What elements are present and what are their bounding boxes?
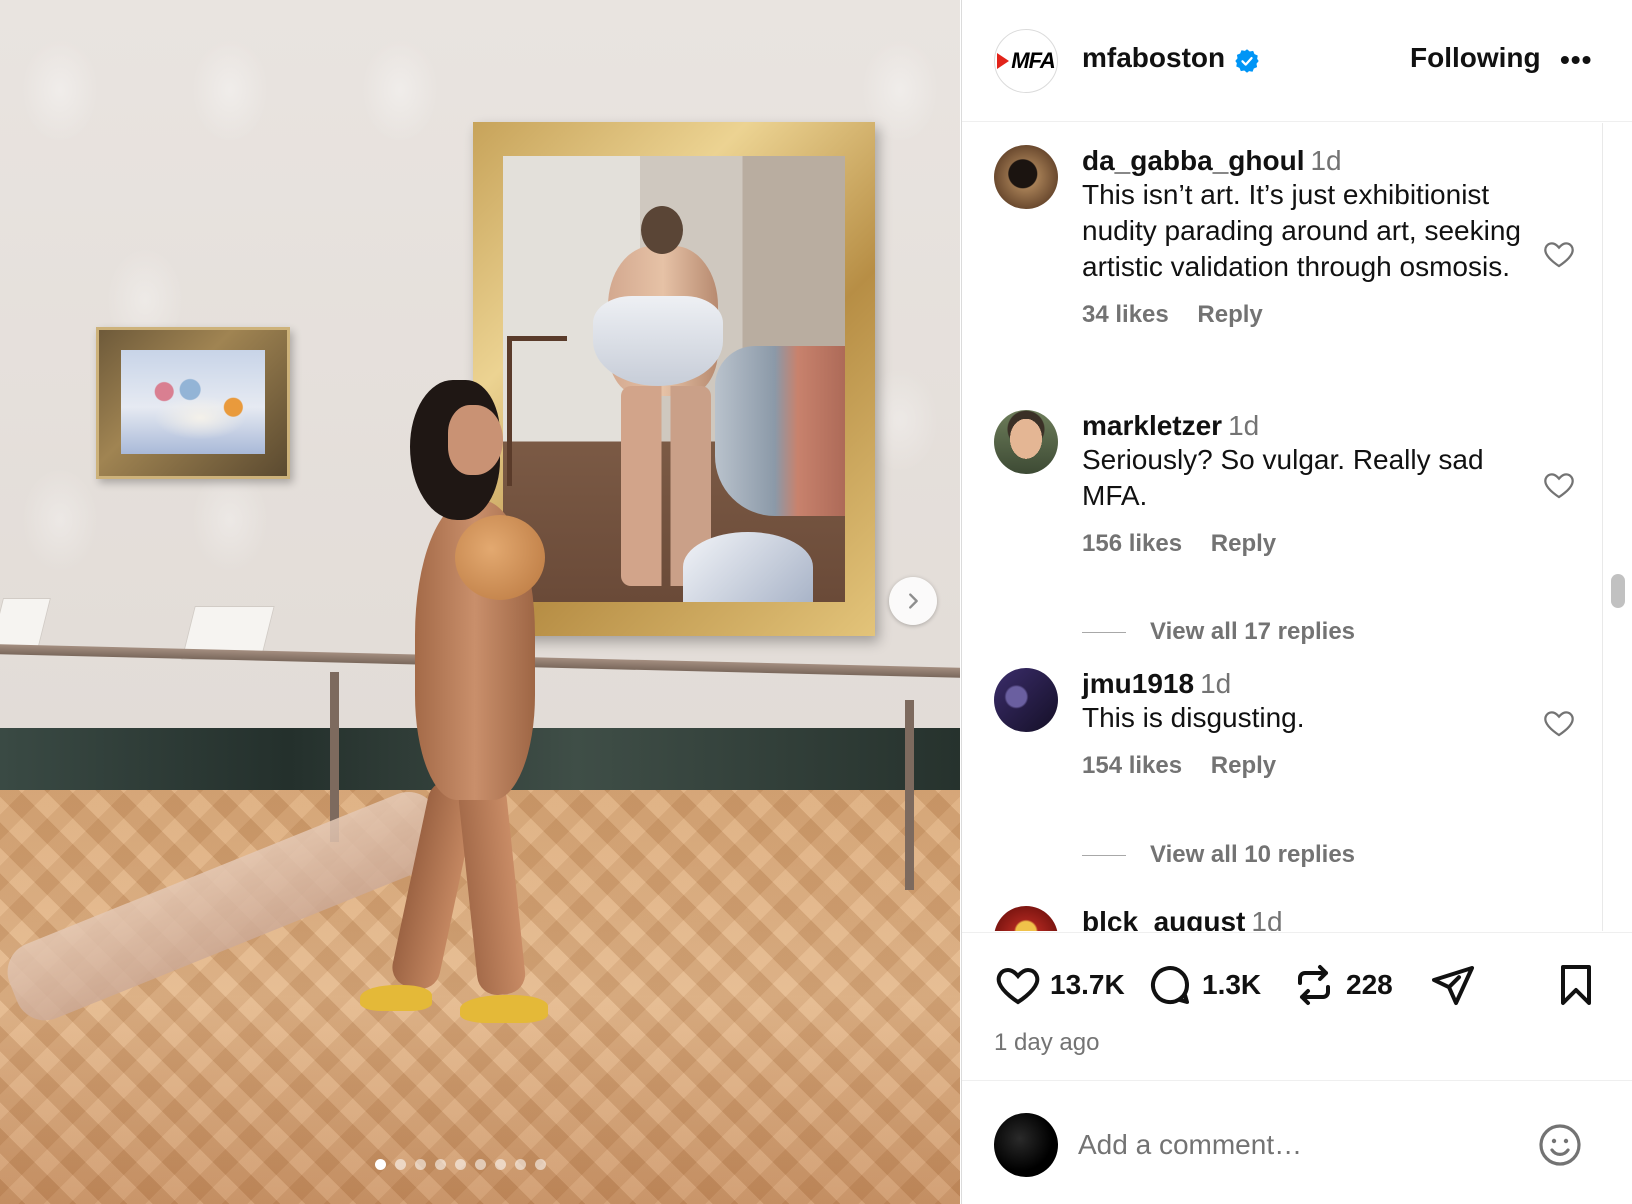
comments-list[interactable]: da_gabba_ghoul 1d This isn’t art. It’s ju…	[962, 123, 1602, 931]
post-media[interactable]	[0, 0, 960, 1204]
barrier-post	[905, 700, 914, 890]
carousel-indicator	[0, 1159, 960, 1170]
comment-text: This isn’t art. It’s just exhibitionist …	[1082, 179, 1521, 282]
comment-button[interactable]: 1.3K	[1146, 961, 1261, 1009]
account-username[interactable]: mfaboston	[1082, 42, 1225, 74]
post-header: MFA mfaboston Following •••	[962, 0, 1632, 122]
like-button[interactable]: 13.7K	[994, 961, 1125, 1009]
commenter-avatar[interactable]	[994, 668, 1058, 732]
comments-count: 1.3K	[1202, 969, 1262, 1000]
carousel-dot[interactable]	[414, 1159, 426, 1170]
carousel-dot[interactable]	[454, 1159, 466, 1170]
comment-time: 1d	[1228, 410, 1260, 441]
repost-icon	[1298, 965, 1330, 1005]
view-replies-button[interactable]: View all 10 replies	[1082, 841, 1355, 869]
carousel-dot[interactable]	[474, 1159, 486, 1170]
comment-heart-icon[interactable]	[1542, 706, 1576, 740]
action-bar: 13.7K 1.3K 228 1 day ago	[962, 932, 1632, 1064]
post-side-panel: MFA mfaboston Following ••• da_gabba_gho…	[961, 0, 1632, 1204]
verified-badge-icon	[1235, 49, 1259, 73]
comment-input[interactable]	[1078, 1121, 1498, 1169]
performer-figure	[360, 380, 590, 1023]
chevron-right-icon	[909, 593, 918, 609]
reposts-count: 228	[1346, 969, 1393, 1000]
comments-scroll-track	[1602, 123, 1603, 931]
replies-divider	[1082, 854, 1126, 856]
comment-bubble-icon	[1151, 966, 1190, 1005]
commenter-avatar[interactable]	[994, 906, 1058, 931]
save-button[interactable]	[1552, 961, 1600, 1009]
small-painting	[96, 327, 290, 479]
comment-heart-icon[interactable]	[1542, 237, 1576, 271]
account-avatar[interactable]: MFA	[994, 29, 1058, 93]
view-replies-label: View all 10 replies	[1150, 841, 1356, 868]
commenter-avatar[interactable]	[994, 410, 1058, 474]
comment-reply-button[interactable]: Reply	[1211, 752, 1276, 779]
carousel-dot[interactable]	[494, 1159, 506, 1170]
comment-username[interactable]: jmu1918	[1082, 668, 1194, 699]
comment-text: Seriously? So vulgar. Really sad MFA.	[1082, 444, 1484, 511]
carousel-dot[interactable]	[514, 1159, 526, 1170]
comment-time: 1d	[1200, 668, 1232, 699]
following-button[interactable]: Following	[1410, 42, 1541, 74]
comment-reply-button[interactable]: Reply	[1211, 530, 1276, 557]
comment-reply-button[interactable]: Reply	[1197, 301, 1262, 328]
comment-text: This is disgusting.	[1082, 702, 1305, 733]
share-button[interactable]	[1429, 961, 1477, 1009]
carousel-dot[interactable]	[434, 1159, 446, 1170]
comment-likes[interactable]: 154 likes	[1082, 752, 1182, 779]
mfa-logo-triangle	[997, 53, 1010, 69]
comment-username[interactable]: da_gabba_ghoul	[1082, 145, 1304, 176]
emoji-icon[interactable]	[1536, 1121, 1584, 1169]
comment-likes[interactable]: 34 likes	[1082, 301, 1169, 328]
add-comment-bar	[962, 1080, 1632, 1204]
comment-likes[interactable]: 156 likes	[1082, 530, 1182, 557]
carousel-next-button[interactable]	[889, 577, 937, 625]
comment-username[interactable]: markletzer	[1082, 410, 1222, 441]
post-timestamp: 1 day ago	[994, 1029, 1100, 1056]
paper-plane-icon	[1432, 966, 1474, 1005]
comment-time: 1d	[1310, 145, 1342, 176]
more-options-button[interactable]: •••	[1560, 44, 1592, 76]
commenter-avatar[interactable]	[994, 145, 1058, 209]
account-avatar-text: MFA	[1011, 48, 1055, 73]
repost-button[interactable]: 228	[1290, 961, 1393, 1009]
heart-icon	[996, 967, 1040, 1005]
carousel-dot[interactable]	[374, 1159, 386, 1170]
carousel-dot[interactable]	[394, 1159, 406, 1170]
replies-divider	[1082, 631, 1126, 633]
bookmark-icon	[1561, 965, 1591, 1005]
carousel-dot[interactable]	[534, 1159, 546, 1170]
comment-heart-icon[interactable]	[1542, 468, 1576, 502]
view-replies-label: View all 17 replies	[1150, 618, 1356, 645]
view-replies-button[interactable]: View all 17 replies	[1082, 618, 1355, 646]
comment-time: 1d	[1251, 906, 1283, 931]
likes-count: 13.7K	[1050, 969, 1125, 1000]
barrier-post	[330, 672, 339, 842]
comments-scrollbar[interactable]	[1611, 574, 1625, 608]
comment-username[interactable]: blck_august	[1082, 906, 1245, 931]
current-user-avatar[interactable]	[994, 1113, 1058, 1177]
